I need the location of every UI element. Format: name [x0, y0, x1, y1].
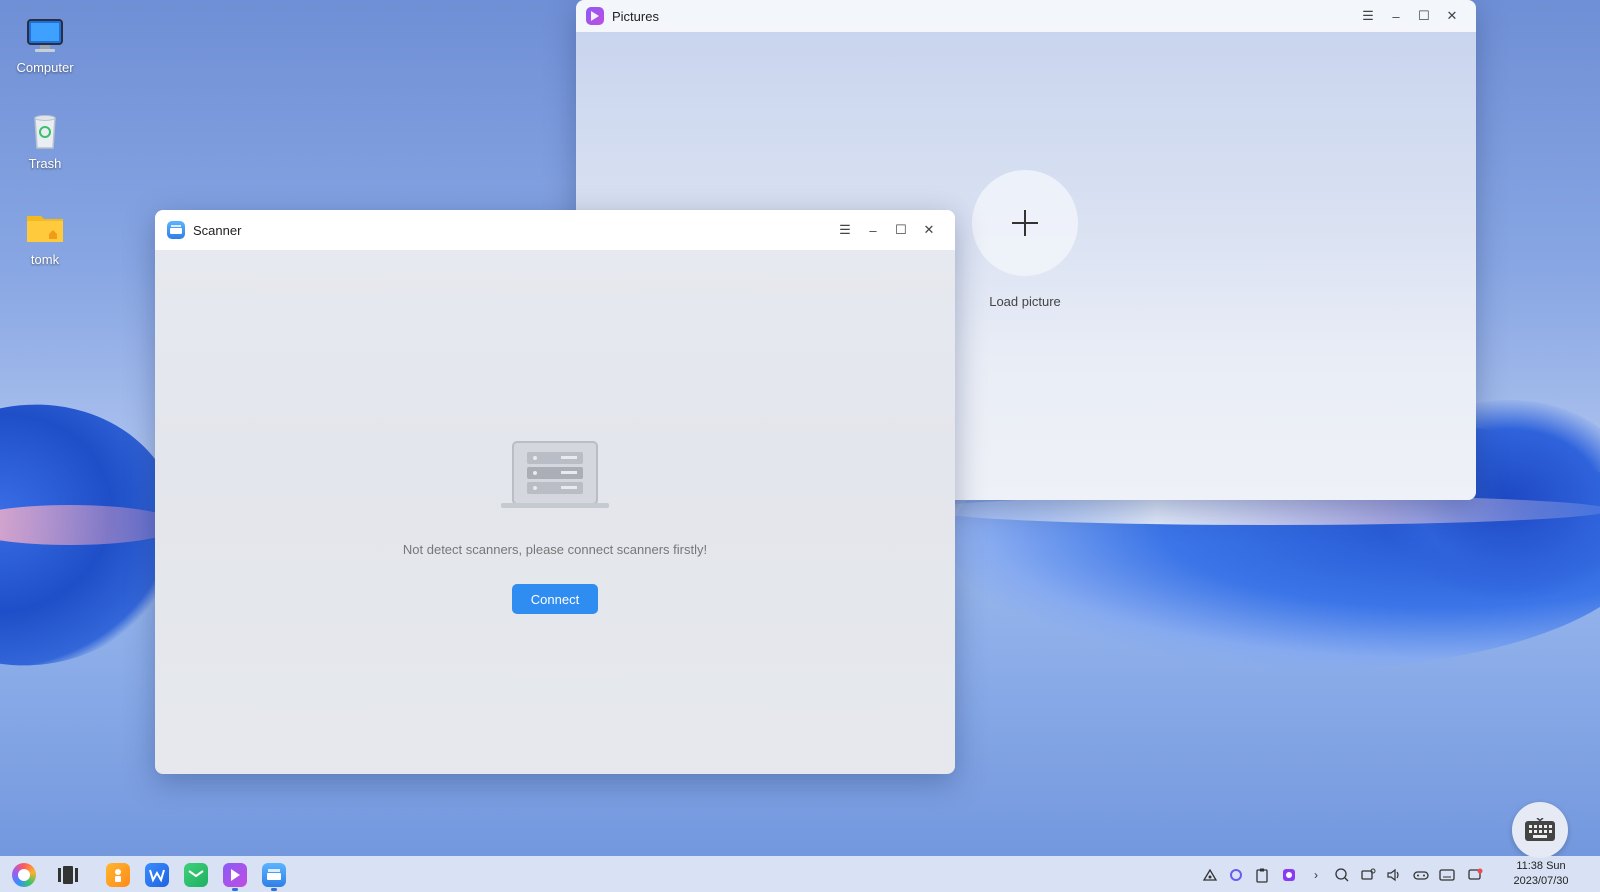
pictures-icon[interactable] — [223, 863, 247, 887]
pictures-icon — [586, 7, 604, 25]
no-scanner-illustration — [501, 440, 609, 510]
no-scanner-message: Not detect scanners, please connect scan… — [402, 542, 708, 557]
desktop-icon-computer[interactable]: Computer — [0, 16, 90, 75]
scanner-icon[interactable] — [262, 863, 286, 887]
menu-icon[interactable]: ☰ — [1354, 4, 1382, 28]
scanner-content: Not detect scanners, please connect scan… — [155, 250, 955, 774]
minimize-icon[interactable]: – — [1382, 4, 1410, 28]
running-indicator — [232, 888, 238, 891]
scanner-window: Scanner ☰ – ☐ ✕ Not detect scanners, ple… — [155, 210, 955, 774]
desktop-icon-label: Trash — [28, 156, 62, 171]
clipboard-icon[interactable] — [1254, 867, 1270, 883]
multitask-view-icon[interactable] — [56, 863, 80, 887]
clock-time: 11:38 Sun — [1516, 860, 1566, 872]
search-icon[interactable] — [1334, 867, 1350, 883]
expand-tray-icon[interactable]: › — [1308, 867, 1324, 883]
window-title: Scanner — [193, 222, 242, 238]
wps-icon[interactable] — [145, 863, 169, 887]
display-icon[interactable] — [1360, 867, 1376, 883]
volume-icon[interactable] — [1386, 867, 1402, 883]
close-icon[interactable]: ✕ — [1438, 4, 1466, 28]
load-picture-label: Load picture — [989, 294, 1061, 309]
maximize-icon[interactable]: ☐ — [1410, 4, 1438, 28]
desktop-icon-label: tomk — [30, 252, 60, 267]
taskbar: › 11:38 Sun 2023/07/30 — [0, 856, 1600, 892]
menu-icon[interactable]: ☰ — [831, 218, 859, 242]
clock-date: 2023/07/30 — [1513, 875, 1569, 887]
network-icon[interactable] — [1202, 867, 1218, 883]
keyboard-icon — [1525, 818, 1555, 841]
minimize-icon[interactable]: – — [859, 218, 887, 242]
controller-icon[interactable] — [1413, 867, 1429, 883]
launcher-icon[interactable] — [12, 863, 36, 887]
scanner-icon — [167, 221, 185, 239]
load-picture-button[interactable] — [972, 170, 1078, 276]
close-icon[interactable]: ✕ — [915, 218, 943, 242]
scanner-titlebar[interactable]: Scanner ☰ – ☐ ✕ — [155, 210, 955, 250]
window-title: Pictures — [612, 8, 659, 24]
assistant-icon[interactable] — [1228, 867, 1244, 883]
keyboard-layout-icon[interactable] — [1439, 867, 1455, 883]
clock[interactable]: 11:38 Sun 2023/07/30 — [1496, 859, 1586, 889]
notification-icon[interactable] — [1467, 867, 1483, 883]
mail-icon[interactable] — [184, 863, 208, 887]
home-folder-icon — [25, 208, 65, 248]
app-store-icon[interactable] — [106, 863, 130, 887]
onscreen-keyboard-button[interactable] — [1512, 802, 1568, 858]
screen-recorder-icon[interactable] — [1281, 867, 1297, 883]
pictures-titlebar[interactable]: Pictures ☰ – ☐ ✕ — [576, 0, 1476, 32]
trash-icon — [25, 112, 65, 152]
desktop-icon-trash[interactable]: Trash — [0, 112, 90, 171]
plus-icon — [1012, 210, 1038, 236]
maximize-icon[interactable]: ☐ — [887, 218, 915, 242]
desktop-icon-label: Computer — [16, 60, 74, 75]
computer-icon — [25, 16, 65, 56]
desktop-icon-home[interactable]: tomk — [0, 208, 90, 267]
running-indicator — [271, 888, 277, 891]
connect-button[interactable]: Connect — [512, 584, 598, 614]
